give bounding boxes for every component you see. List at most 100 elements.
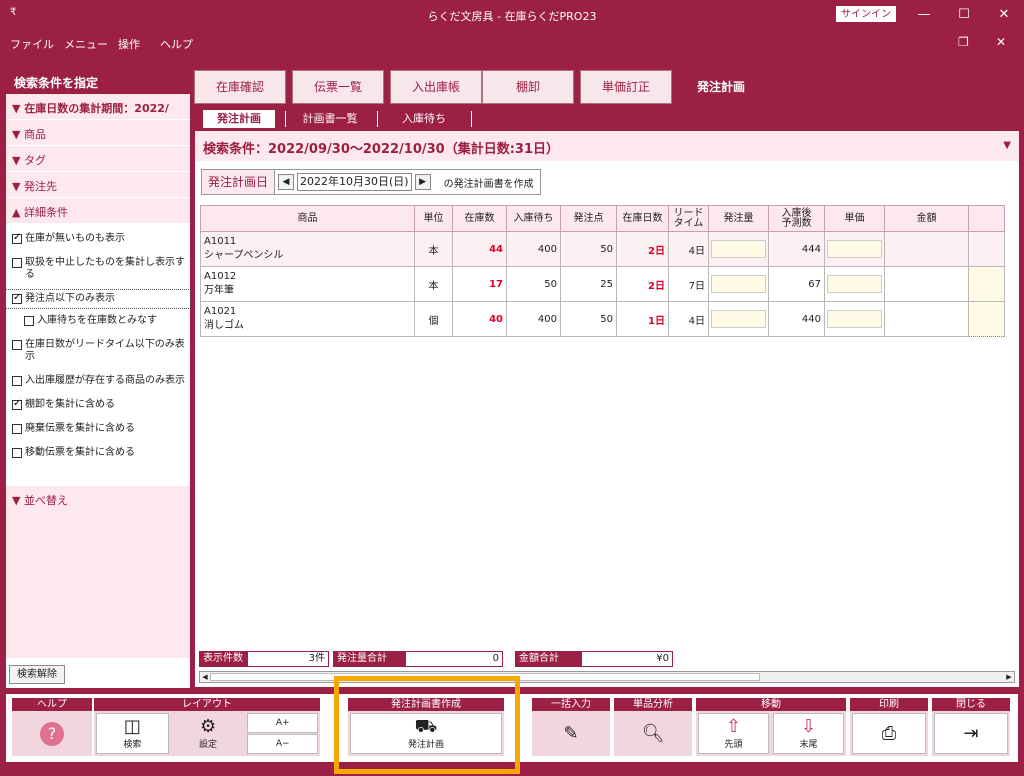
checkbox[interactable] [12,398,22,410]
col-stock-days[interactable]: 在庫日数 [616,205,669,232]
checkbox[interactable] [12,232,22,244]
print-button[interactable]: ⎙ [852,713,926,754]
option-checkbox[interactable]: 棚卸を集計に含める [6,396,190,414]
lead-time-cell: 4日 [668,231,709,267]
checkbox[interactable] [12,424,22,434]
option-checkbox[interactable]: 発注点以下のみ表示 [5,289,191,309]
col-lead-time[interactable]: リード タイム [668,205,709,232]
help-button[interactable]: ? [14,713,90,754]
order-point-cell: 50 [560,231,617,267]
clear-search-button[interactable]: 検索解除 [9,665,65,684]
close-window-button[interactable]: ✕ [984,4,1024,26]
restore-button[interactable]: ❐ [958,35,969,49]
order-plan-table: 商品 単位 在庫数 入庫待ち 発注点 在庫日数 リード タイム 発注量 入庫後 … [200,205,1005,337]
forecast-cell: 67 [768,266,825,302]
search-layout-button[interactable]: ◫ 検索 [96,713,169,754]
col-amount[interactable]: 金額 [884,205,969,232]
amount-cell [884,231,969,267]
unit-price-input[interactable] [824,231,885,267]
menu-file[interactable]: ファイル [10,36,54,52]
option-checkbox[interactable]: 入出庫履歴が存在する商品のみ表示 [6,372,190,390]
search-panel-title: 検索条件を指定 [6,68,190,94]
tab-stock[interactable]: 在庫確認 [194,70,286,104]
col-order-point[interactable]: 発注点 [560,205,617,232]
bulk-input-button[interactable]: ✎ [534,713,608,754]
col-forecast[interactable]: 入庫後 予測数 [768,205,825,232]
extra-cell [968,231,1005,267]
tab-inventory[interactable]: 棚卸 [482,70,574,104]
unit-cell: 本 [414,231,453,267]
subtab-plan-list[interactable]: 計画書一覧 [291,110,369,128]
input-box[interactable] [827,275,882,293]
tab-slips[interactable]: 伝票一覧 [292,70,384,104]
plan-date-input[interactable]: 2022年10月30日(日) [297,173,412,191]
tab-inout[interactable]: 入出庫帳 [390,70,482,104]
unit-price-input[interactable] [824,301,885,337]
minimize-button[interactable]: — [904,4,944,26]
close-button[interactable]: ⇥ [934,713,1008,754]
menu-operation[interactable]: 操作 [118,36,140,52]
option-checkbox[interactable]: 在庫日数がリードタイム以下のみ表示 [6,336,190,366]
font-decrease-button[interactable]: A− [247,734,319,754]
option-checkbox[interactable]: 在庫が無いものも表示 [6,230,190,248]
section-supplier[interactable]: ▼ 発注先 [6,172,190,198]
table-row[interactable]: A1021 消しゴム 個 40 400 50 1日 4日 440 [200,301,1005,337]
section-detail[interactable]: ▲ 詳細条件 [6,198,190,224]
analysis-button[interactable]: 🔍︎ [616,713,690,754]
table-row[interactable]: A1012 万年筆 本 17 50 25 2日 7日 67 [200,266,1005,302]
order-qty-input[interactable] [708,266,769,302]
settings-button[interactable]: ⚙ 設定 [173,713,244,754]
scroll-right-icon[interactable]: ▶ [1004,672,1014,682]
col-product[interactable]: 商品 [200,205,415,232]
prev-date-button[interactable]: ◀ [278,174,295,190]
table-row[interactable]: A1011 シャープペンシル 本 44 400 50 2日 4日 444 [200,231,1005,267]
order-qty-input[interactable] [708,231,769,267]
input-box[interactable] [711,310,766,328]
unit-price-input[interactable] [824,266,885,302]
option-checkbox[interactable]: 取扱を中止したものを集計し表示する [6,254,190,284]
question-icon: ? [40,721,64,746]
font-increase-button[interactable]: A+ [247,713,319,733]
checkbox[interactable] [12,258,22,268]
tab-order-plan[interactable]: 発注計画 [674,68,768,104]
checkbox[interactable] [12,340,22,350]
input-box[interactable] [711,240,766,258]
col-unit-price[interactable]: 単価 [824,205,885,232]
amount-total-label: 金額合計 [515,651,581,667]
last-button[interactable]: ⇩ 末尾 [773,713,844,754]
close-doc-button[interactable]: ✕ [996,35,1006,49]
col-waiting[interactable]: 入庫待ち [506,205,561,232]
col-stock[interactable]: 在庫数 [452,205,507,232]
horizontal-scrollbar[interactable]: ◀ ▶ [199,671,1015,683]
scroll-left-icon[interactable]: ◀ [200,672,210,682]
checkbox[interactable] [12,448,22,458]
section-tag[interactable]: ▼ タグ [6,146,190,172]
col-order-qty[interactable]: 発注量 [708,205,769,232]
maximize-button[interactable]: ☐ [944,4,984,26]
signin-button[interactable]: サインイン [836,6,896,22]
option-checkbox[interactable]: 移動伝票を集計に含める [6,444,190,462]
section-period[interactable]: ▼ 在庫日数の集計期間：2022/ [6,94,190,120]
checkbox[interactable] [24,316,34,326]
search-condition-bar[interactable]: 検索条件：2022/09/30〜2022/10/30（集計日数:31日） ▼ [195,131,1019,161]
next-date-button[interactable]: ▶ [414,174,431,190]
option-checkbox[interactable]: 入庫待ちを在庫数とみなす [6,312,190,330]
menu-menu[interactable]: メニュー [64,36,108,52]
input-box[interactable] [827,240,882,258]
menu-help[interactable]: ヘルプ [160,36,193,52]
subtab-waiting[interactable]: 入庫待ち [385,110,463,128]
checkbox[interactable] [12,376,22,386]
first-button[interactable]: ⇧ 先頭 [698,713,769,754]
subtab-order-plan[interactable]: 発注計画 [203,110,275,128]
col-unit[interactable]: 単位 [414,205,453,232]
section-product[interactable]: ▼ 商品 [6,120,190,146]
option-label: 取扱を中止したものを集計し表示する [25,257,185,280]
option-checkbox[interactable]: 廃棄伝票を集計に含める [6,420,190,438]
input-box[interactable] [711,275,766,293]
chevron-down-icon[interactable]: ▼ [1003,140,1011,151]
checkbox[interactable] [12,292,22,304]
section-sort[interactable]: ▼ 並べ替え [6,486,190,512]
input-box[interactable] [827,310,882,328]
order-qty-input[interactable] [708,301,769,337]
tab-price[interactable]: 単価訂正 [580,70,672,104]
